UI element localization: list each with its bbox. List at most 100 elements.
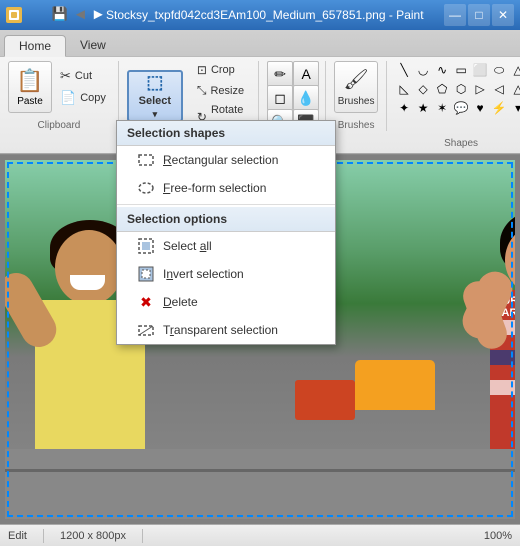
brushes-group: 🖌 Brushes Brushes (334, 61, 387, 131)
app-icon (6, 7, 22, 23)
copy-label: Copy (80, 92, 106, 104)
paste-label: Paste (17, 96, 43, 107)
shape-5star[interactable]: ★ (414, 99, 432, 117)
freeform-selection-icon (137, 179, 155, 197)
tab-view[interactable]: View (66, 34, 120, 56)
shape-rounded-rect[interactable]: ⬜ (471, 61, 489, 79)
shape-4star[interactable]: ✦ (395, 99, 413, 117)
shape-left-arrow[interactable]: ◁ (490, 80, 508, 98)
stripe3 (490, 380, 515, 395)
window-title: Stocksy_txpfd042cd3EAm100_Medium_657851.… (106, 8, 440, 22)
road-line (5, 469, 515, 472)
status-bar: Edit 1200 x 800px 100% (0, 524, 520, 546)
paste-button[interactable]: 📋 Paste (8, 61, 52, 113)
invert-selection-icon (137, 265, 155, 283)
transparent-selection-item[interactable]: Transparent selection (117, 316, 335, 344)
rectangular-selection-item[interactable]: Rectangular selection (117, 146, 335, 174)
back-arrow[interactable]: ◄ (73, 6, 88, 23)
brushes-icon: 🖌 (343, 67, 368, 92)
shape-triangle[interactable]: △ (509, 61, 520, 79)
select-button[interactable]: ⬚ Select ▾ (127, 70, 183, 122)
rectangular-selection-icon (137, 151, 155, 169)
forward-arrow[interactable]: ► (91, 6, 106, 23)
shape-hexagon[interactable]: ⬡ (452, 80, 470, 98)
shape-diamond[interactable]: ◇ (414, 80, 432, 98)
shape-arc[interactable]: ◡ (414, 61, 432, 79)
car-yellow (355, 360, 435, 410)
shapes-group: ╲ ◡ ∿ ▭ ⬜ ⬭ △ ◺ ◇ ⬠ ⬡ ▷ ◁ △ ✦ (395, 61, 520, 149)
text-tool[interactable]: A (293, 61, 319, 87)
shape-right-arrow[interactable]: ▷ (471, 80, 489, 98)
clipboard-content: 📋 Paste ✂ Cut 📄 Copy (8, 61, 110, 113)
crop-button[interactable]: ⊡ Crop (191, 61, 250, 79)
minimize-button[interactable]: — (444, 4, 466, 26)
resize-button[interactable]: ⤡ Resize (191, 81, 250, 100)
select-all-label: Select all (163, 239, 212, 253)
select-all-icon (137, 237, 155, 255)
cut-button[interactable]: ✂ Cut (56, 66, 110, 86)
select-label: Select (139, 95, 171, 107)
stripe2 (490, 350, 515, 365)
invert-selection-label: Invert selection (163, 267, 244, 281)
delete-item[interactable]: ✖ Delete (117, 288, 335, 316)
road (5, 449, 515, 519)
brushes-button[interactable]: 🖌 Brushes (334, 61, 378, 113)
shape-ellipse[interactable]: ⬭ (490, 61, 508, 79)
delete-icon: ✖ (137, 293, 155, 311)
clipboard-small-buttons: ✂ Cut 📄 Copy (56, 66, 110, 108)
girl1-smile (70, 275, 105, 290)
ribbon-tab-bar: Home View (0, 30, 520, 56)
shape-diagonal-line[interactable]: ╲ (395, 61, 413, 79)
shape-lightning[interactable]: ⚡ (490, 99, 508, 117)
scissors-icon: ✂ (60, 68, 71, 84)
brushes-group-label: Brushes (338, 118, 375, 131)
close-button[interactable]: ✕ (492, 4, 514, 26)
status-separator (43, 529, 44, 543)
resize-icon: ⤡ (197, 83, 207, 98)
shape-up-arrow[interactable]: △ (509, 80, 520, 98)
brushes-label: Brushes (338, 96, 375, 107)
transparent-selection-label: Transparent selection (163, 323, 278, 337)
shape-callout[interactable]: 💬 (452, 99, 470, 117)
freeform-selection-label: Free-form selection (163, 181, 266, 195)
transparent-selection-icon (137, 321, 155, 339)
dropper-tool[interactable]: 💧 (293, 85, 319, 111)
shape-6star[interactable]: ✶ (433, 99, 451, 117)
clipboard-group: 📋 Paste ✂ Cut 📄 Copy Clipboard (8, 61, 119, 131)
status-info: Edit (8, 530, 27, 542)
eraser-tool[interactable]: ◻ (267, 85, 293, 111)
tab-home[interactable]: Home (4, 35, 66, 57)
copy-icon: 📄 (60, 90, 76, 106)
girl1-face (55, 230, 123, 305)
shape-right-triangle[interactable]: ◺ (395, 80, 413, 98)
copy-button[interactable]: 📄 Copy (56, 88, 110, 108)
shape-rectangle[interactable]: ▭ (452, 61, 470, 79)
maximize-button[interactable]: □ (468, 4, 490, 26)
freeform-selection-item[interactable]: Free-form selection (117, 174, 335, 202)
shape-pentagon[interactable]: ⬠ (433, 80, 451, 98)
car-red-bg (295, 380, 355, 420)
select-button-container: ⬚ Select ▾ (127, 70, 183, 122)
zoom-level: 100% (484, 530, 512, 542)
paste-icon: 📋 (16, 68, 43, 94)
shapes-content: ╲ ◡ ∿ ▭ ⬜ ⬭ △ ◺ ◇ ⬠ ⬡ ▷ ◁ △ ✦ (395, 61, 520, 136)
shape-more[interactable]: ▾ (509, 99, 520, 117)
window-controls: — □ ✕ (444, 4, 514, 26)
shapes-grid: ╲ ◡ ∿ ▭ ⬜ ⬭ △ ◺ ◇ ⬠ ⬡ ▷ ◁ △ ✦ (395, 61, 520, 136)
selection-shapes-header: Selection shapes (117, 121, 335, 146)
selection-options-header: Selection options (117, 207, 335, 232)
shape-freeform[interactable]: ∿ (433, 61, 451, 79)
clipboard-label: Clipboard (38, 118, 81, 131)
pencil-tool[interactable]: ✏ (267, 61, 293, 87)
rectangular-selection-label: Rectangular selection (163, 153, 278, 167)
save-qat-button[interactable]: 💾 (50, 4, 70, 24)
shape-heart[interactable]: ♥ (471, 99, 489, 117)
title-bar: 💾 ◄ ► Stocksy_txpfd042cd3EAm100_Medium_6… (0, 0, 520, 30)
select-dropdown-arrow: ▾ (153, 109, 158, 120)
status-separator2 (142, 529, 143, 543)
shapes-label: Shapes (444, 136, 478, 149)
select-icon: ⬚ (146, 72, 163, 93)
select-all-item[interactable]: Select all (117, 232, 335, 260)
divider1 (117, 204, 335, 205)
invert-selection-item[interactable]: Invert selection (117, 260, 335, 288)
